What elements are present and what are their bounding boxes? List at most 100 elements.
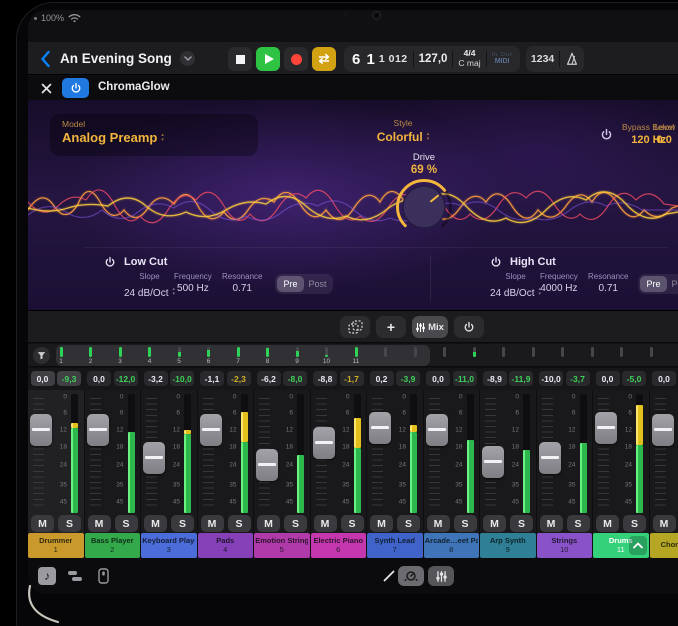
high-cut-resonance[interactable]: Resonance 0.71 xyxy=(588,272,628,294)
overview-tick[interactable] xyxy=(414,344,417,367)
volume-value[interactable]: -1,1 xyxy=(200,371,224,386)
track-tile[interactable]: Arp Synth9 xyxy=(480,533,536,558)
peak-value[interactable]: -5,0 xyxy=(622,371,646,386)
volume-value[interactable]: 0,0 xyxy=(652,371,676,386)
overview-tick[interactable] xyxy=(502,344,505,367)
peak-value[interactable]: -3,9 xyxy=(396,371,420,386)
overview-tick[interactable]: 3 xyxy=(119,344,122,367)
power-icon[interactable] xyxy=(600,128,613,141)
pre-button[interactable]: Pre xyxy=(277,276,304,292)
close-plugin-button[interactable] xyxy=(38,80,54,96)
mute-button[interactable]: M xyxy=(653,515,676,532)
mute-button[interactable]: M xyxy=(314,515,337,532)
mute-button[interactable]: M xyxy=(257,515,280,532)
volume-fader[interactable] xyxy=(652,414,674,446)
volume-fader[interactable] xyxy=(256,449,278,481)
pencil-tool[interactable] xyxy=(380,567,398,585)
mute-button[interactable]: M xyxy=(31,515,54,532)
volume-value[interactable]: -10,0 xyxy=(539,371,563,386)
mute-button[interactable]: M xyxy=(201,515,224,532)
solo-button[interactable]: S xyxy=(284,515,307,532)
volume-value[interactable]: -6,2 xyxy=(257,371,281,386)
overview-tick[interactable]: 4 xyxy=(148,344,151,367)
track-tile[interactable]: Keyboard Player3 xyxy=(141,533,197,558)
solo-button[interactable]: S xyxy=(623,515,646,532)
mix-button[interactable]: Mix xyxy=(412,316,448,338)
song-menu-button[interactable] xyxy=(180,51,195,66)
mute-button[interactable]: M xyxy=(427,515,450,532)
overview-tick[interactable]: 1 xyxy=(60,344,63,367)
stepper-icon[interactable]: ▴▾ xyxy=(427,132,430,141)
add-button[interactable]: + xyxy=(376,316,406,338)
metronome-icon[interactable] xyxy=(565,52,579,66)
track-tile[interactable]: Chorus V xyxy=(650,533,678,558)
peak-value[interactable]: -12,0 xyxy=(114,371,138,386)
peak-value[interactable]: -11,0 xyxy=(453,371,477,386)
back-button[interactable] xyxy=(36,49,54,69)
track-tile[interactable]: Emotion Strings5 xyxy=(254,533,310,558)
lcd-display[interactable]: 6 1 1 012 127,0 4/4 C maj In Out MIDI xyxy=(344,46,520,72)
cycle-button[interactable] xyxy=(312,47,336,71)
volume-fader[interactable] xyxy=(313,427,335,459)
volume-value[interactable]: 0,2 xyxy=(370,371,394,386)
volume-fader[interactable] xyxy=(369,412,391,444)
solo-button[interactable]: S xyxy=(397,515,420,532)
peak-value[interactable]: -10,0 xyxy=(170,371,194,386)
post-button[interactable]: Post xyxy=(667,276,678,292)
track-tile[interactable]: Drummer1 xyxy=(28,533,84,558)
peak-value[interactable]: -3,7 xyxy=(566,371,590,386)
mute-button[interactable]: M xyxy=(144,515,167,532)
mute-button[interactable]: M xyxy=(483,515,506,532)
solo-button[interactable]: S xyxy=(567,515,590,532)
record-button[interactable] xyxy=(284,47,308,71)
volume-value[interactable]: 0,0 xyxy=(596,371,620,386)
overview-tick[interactable] xyxy=(620,344,623,367)
volume-value[interactable]: -3,2 xyxy=(144,371,168,386)
peak-value[interactable]: -1,7 xyxy=(340,371,364,386)
editor-button[interactable] xyxy=(94,567,112,585)
volume-value[interactable]: -8,8 xyxy=(313,371,337,386)
track-tile[interactable]: Synth Lead7 xyxy=(367,533,423,558)
solo-button[interactable]: S xyxy=(58,515,81,532)
track-tile[interactable]: Strings10 xyxy=(537,533,593,558)
volume-fader[interactable] xyxy=(595,412,617,444)
volume-value[interactable]: 0,0 xyxy=(87,371,111,386)
filter-button[interactable] xyxy=(33,347,50,364)
overview-tick[interactable]: 7 xyxy=(237,344,240,367)
track-tile[interactable]: Bass Player2 xyxy=(85,533,141,558)
pre-button[interactable]: Pre xyxy=(640,276,667,292)
style-selector[interactable]: Style Colorful▴▾ xyxy=(358,118,448,146)
volume-fader[interactable] xyxy=(426,414,448,446)
volume-fader[interactable] xyxy=(482,446,504,478)
solo-button[interactable]: S xyxy=(171,515,194,532)
plugin-tile-button[interactable] xyxy=(340,316,370,338)
overview-tick[interactable] xyxy=(532,344,535,367)
plugin-power-button[interactable] xyxy=(62,78,89,98)
overview-tick[interactable]: 11 xyxy=(355,344,358,367)
volume-fader[interactable] xyxy=(539,442,561,474)
solo-button[interactable]: S xyxy=(341,515,364,532)
mute-button[interactable]: M xyxy=(596,515,619,532)
mute-button[interactable]: M xyxy=(540,515,563,532)
song-title[interactable]: An Evening Song xyxy=(60,51,172,66)
overview-tick[interactable] xyxy=(384,344,387,367)
overview-tick[interactable]: 10 xyxy=(325,344,328,367)
drive-knob[interactable] xyxy=(394,176,454,238)
peak-value[interactable]: -8,0 xyxy=(283,371,307,386)
model-selector[interactable]: Model Analog Preamp▴▾ xyxy=(50,114,258,156)
overview-tick[interactable] xyxy=(443,344,446,367)
track-tile[interactable]: Drums11 xyxy=(593,533,649,558)
stepper-icon[interactable]: ▴▾ xyxy=(161,133,164,142)
overview-tick[interactable]: 2 xyxy=(89,344,92,367)
overview-tick[interactable]: 6 xyxy=(207,344,210,367)
power-icon[interactable] xyxy=(490,256,502,268)
play-button[interactable] xyxy=(256,47,280,71)
peak-value[interactable]: -11,9 xyxy=(509,371,533,386)
solo-button[interactable]: S xyxy=(454,515,477,532)
volume-fader[interactable] xyxy=(30,414,52,446)
low-cut-frequency[interactable]: Frequency 500 Hz xyxy=(174,272,212,294)
peak-value[interactable]: -9,3 xyxy=(57,371,81,386)
mixer-power-button[interactable] xyxy=(454,316,484,338)
mixer-view-button[interactable] xyxy=(428,566,454,586)
overview-tick[interactable]: 8 xyxy=(266,344,269,367)
